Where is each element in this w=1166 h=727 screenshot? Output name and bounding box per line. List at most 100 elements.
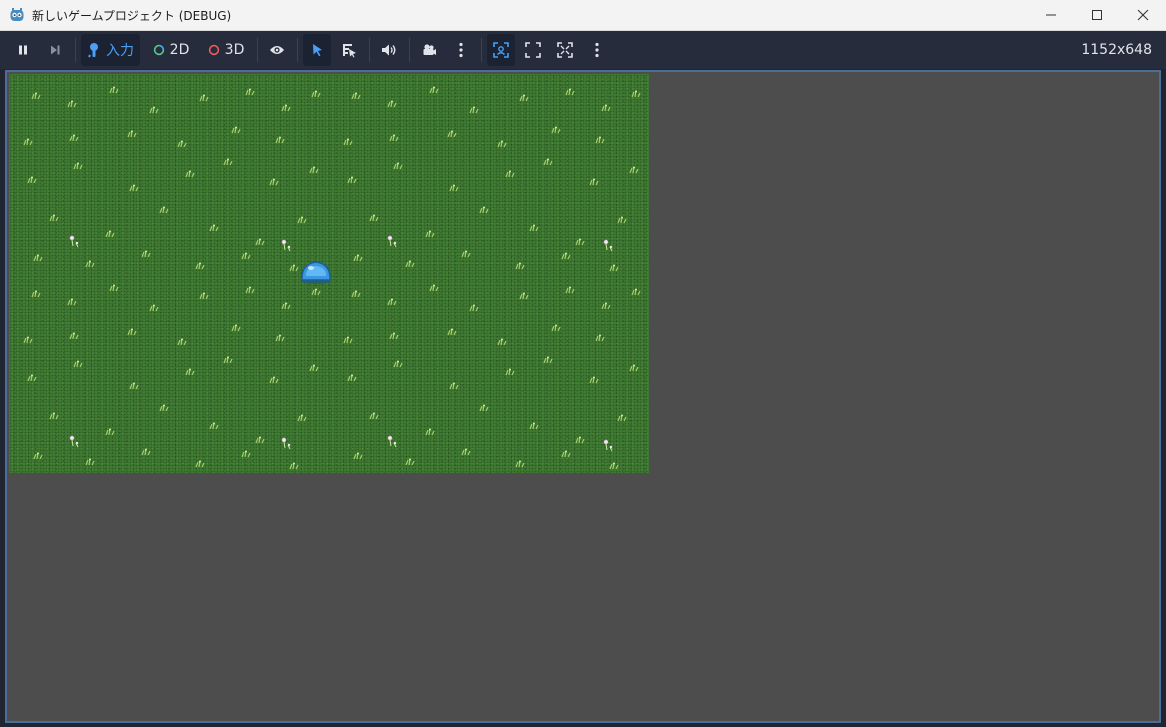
grass-tuft: [561, 252, 571, 260]
grass-tuft: [33, 254, 43, 262]
grass-tuft: [609, 462, 619, 470]
grass-tuft: [109, 86, 119, 94]
grass-tuft: [23, 138, 33, 146]
grass-tuft: [631, 90, 641, 98]
visibility-button[interactable]: [263, 34, 291, 66]
grass-tuft: [85, 260, 95, 268]
grass-tuft: [543, 356, 553, 364]
toolbar-separator: [75, 38, 76, 62]
game-viewport[interactable]: [5, 70, 1161, 723]
select-tool-button[interactable]: [303, 34, 331, 66]
minimize-button[interactable]: [1028, 0, 1074, 30]
debug-toolbar: 入力 2D 3D 1152x648: [0, 31, 1166, 69]
step-forward-icon: [51, 45, 60, 55]
grass-tuft: [461, 448, 471, 456]
grass-tuft: [609, 264, 619, 272]
input-label: 入力: [106, 43, 134, 59]
ring-3d-icon: [208, 44, 219, 56]
grass-tuft: [353, 452, 363, 460]
grass-tuft: [447, 130, 457, 138]
grass-tuft: [505, 170, 515, 178]
camera-options-menu-button[interactable]: [447, 34, 475, 66]
grass-tuft: [129, 382, 139, 390]
grass-tuft: [551, 126, 561, 134]
embed-window-button[interactable]: [487, 34, 515, 66]
grass-tuft: [289, 264, 299, 272]
grass-tuft: [449, 184, 459, 192]
grass-tuft: [343, 138, 353, 146]
mode-2d-button[interactable]: 2D: [147, 34, 195, 66]
grass-tuft: [311, 90, 321, 98]
flower-sprite: [603, 439, 613, 452]
grass-tuft: [405, 458, 415, 466]
grass-tuft: [289, 462, 299, 470]
grass-tuft: [461, 250, 471, 258]
grass-tuft: [159, 206, 169, 214]
grass-tuft: [347, 176, 357, 184]
close-button[interactable]: [1120, 0, 1166, 30]
grass-tuft: [629, 364, 639, 372]
grass-tuft: [551, 324, 561, 332]
speaker-icon: [382, 44, 396, 56]
grass-tuft: [561, 450, 571, 458]
grass-tuft: [351, 290, 361, 298]
grass-tuft: [449, 382, 459, 390]
grass-tuft: [425, 428, 435, 436]
grass-tuft: [565, 88, 575, 96]
grass-tuft: [589, 178, 599, 186]
grass-tuft: [269, 178, 279, 186]
grass-tuft: [405, 260, 415, 268]
mode-3d-button[interactable]: 3D: [201, 34, 251, 66]
grass-tuft: [595, 334, 605, 342]
camera-icon: [423, 44, 436, 55]
grass-tuft: [195, 460, 205, 468]
grass-tuft: [127, 328, 137, 336]
flower-sprite: [281, 437, 291, 450]
grass-tuft: [149, 304, 159, 312]
keep-aspect-button[interactable]: [519, 34, 547, 66]
next-frame-button[interactable]: [41, 34, 69, 66]
godot-icon: [10, 8, 24, 21]
grass-tuft: [223, 158, 233, 166]
grass-tuft: [23, 336, 33, 344]
grass-tuft: [589, 376, 599, 384]
grass-tuft: [231, 324, 241, 332]
grass-tuft: [127, 130, 137, 138]
toolbar-separator: [369, 38, 370, 62]
grass-tuft: [27, 176, 37, 184]
grass-tuft: [223, 356, 233, 364]
flower-sprite: [387, 235, 397, 248]
embed-options-menu-button[interactable]: [583, 34, 611, 66]
grass-tuft: [515, 460, 525, 468]
toolbar-separator: [257, 38, 258, 62]
grass-tuft: [85, 458, 95, 466]
grass-tuft: [575, 238, 585, 246]
expand-icon: [525, 42, 541, 58]
list-select-button[interactable]: [335, 34, 363, 66]
game-canvas[interactable]: [9, 74, 649, 473]
grass-tuft: [275, 334, 285, 342]
window-titlebar[interactable]: 新しいゲームプロジェクト (DEBUG): [0, 0, 1166, 31]
stretch-button[interactable]: [551, 34, 579, 66]
pause-button[interactable]: [9, 34, 37, 66]
mute-audio-button[interactable]: [375, 34, 403, 66]
flower-sprite: [603, 239, 613, 252]
grass-tuft: [159, 404, 169, 412]
grass-tuft: [255, 238, 265, 246]
minimize-icon: [1046, 14, 1056, 16]
grass-tuft: [209, 224, 219, 232]
grass-tuft: [141, 448, 151, 456]
maximize-button[interactable]: [1074, 0, 1120, 30]
fullscreen-icon: [557, 42, 573, 58]
input-toggle-button[interactable]: 入力: [81, 34, 140, 66]
grass-tuft: [67, 298, 77, 306]
camera-override-button[interactable]: [415, 34, 443, 66]
grass-tuft: [575, 436, 585, 444]
grass-tuft: [529, 224, 539, 232]
grass-tuft: [393, 162, 403, 170]
toolbar-separator: [481, 38, 482, 62]
grass-tuft: [369, 412, 379, 420]
grass-tuft: [141, 250, 151, 258]
grass-tuft: [351, 92, 361, 100]
grass-tuft: [195, 262, 205, 270]
